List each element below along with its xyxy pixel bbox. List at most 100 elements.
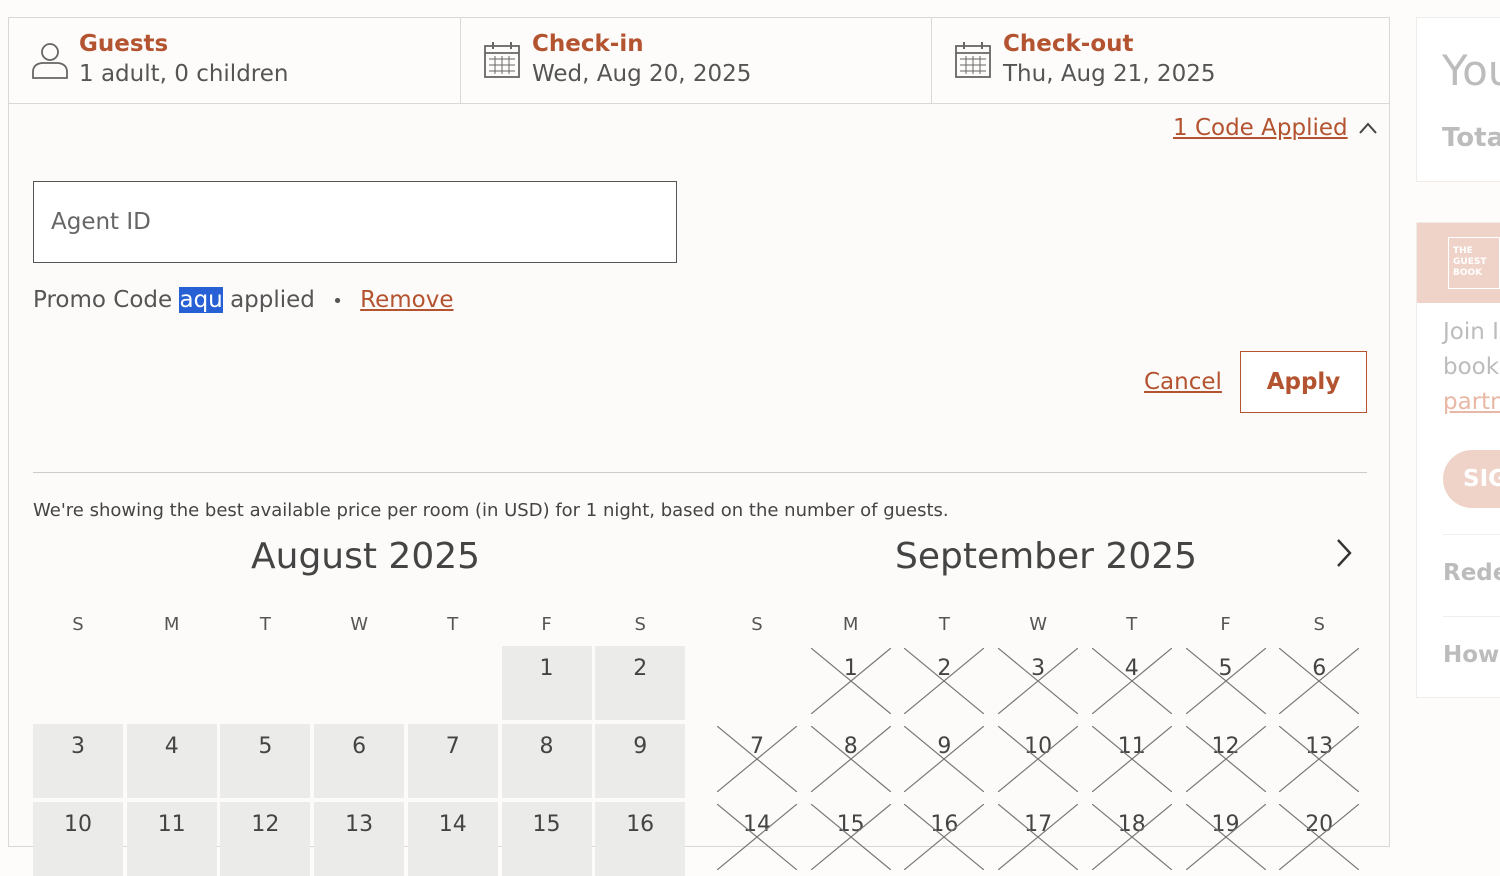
apply-button[interactable]: Apply (1240, 351, 1367, 413)
calendar-day[interactable]: 15 (501, 802, 592, 876)
calendar-day-unavailable: 2 (899, 646, 989, 720)
next-month-button[interactable] (1334, 536, 1354, 578)
unavailable-cross-icon (998, 804, 1079, 870)
calendar-day[interactable]: 12 (220, 802, 311, 876)
promo-code-status: Promo Code aqu applied • Remove (33, 287, 454, 313)
calendar-day[interactable]: 14 (407, 802, 498, 876)
calendar-day[interactable]: 1 (501, 646, 592, 720)
unavailable-cross-icon (904, 804, 985, 870)
calendar-day-unavailable: 10 (993, 724, 1083, 798)
calendar-day-unavailable: 5 (1181, 646, 1271, 720)
promo-code-value: aqu (179, 287, 223, 313)
checkout-label: Check-out (1003, 31, 1134, 57)
checkin-selector[interactable]: Check-in Wed, Aug 20, 2025 (461, 18, 932, 103)
day-number: 11 (157, 812, 186, 837)
calendar-day-unavailable: 15 (806, 802, 896, 876)
weekday-header: M (842, 614, 859, 635)
day-number: 8 (539, 734, 554, 759)
guests-label: Guests (79, 31, 169, 57)
calendar-day-unavailable: 19 (1181, 802, 1271, 876)
weekday-header: F (1220, 614, 1231, 635)
weekday-header: S (634, 614, 646, 635)
weekday-header: S (72, 614, 84, 635)
weekday-header: W (1029, 614, 1047, 635)
day-number: 12 (251, 812, 280, 837)
calendar-day-unavailable: 9 (899, 724, 989, 798)
loyalty-banner: THE GUEST BOOK (1417, 223, 1500, 303)
weekday-header: W (350, 614, 368, 635)
unavailable-cross-icon (1185, 804, 1266, 870)
divider (1443, 534, 1500, 535)
day-number: 5 (258, 734, 273, 759)
calendar-icon (483, 40, 521, 84)
weekday-header: S (751, 614, 763, 635)
calendar-day-unavailable: 7 (712, 724, 802, 798)
person-icon (31, 40, 69, 84)
calendar-day[interactable]: 6 (314, 724, 405, 798)
weekday-header: T (259, 614, 271, 635)
cancel-button[interactable]: Cancel (1144, 369, 1222, 395)
agent-id-input[interactable] (33, 181, 677, 263)
unavailable-cross-icon (810, 804, 891, 870)
codes-applied-label: 1 Code Applied (1173, 115, 1348, 141)
summary-title: You (1442, 46, 1500, 95)
unavailable-cross-icon (1185, 648, 1266, 714)
calendar-day-unavailable: 11 (1087, 724, 1177, 798)
calendar-day[interactable]: 3 (33, 724, 123, 798)
checkin-label: Check-in (532, 31, 644, 57)
weekday-header: M (163, 614, 180, 635)
calendar-day-unavailable: 13 (1274, 724, 1364, 798)
calendar-day-unavailable: 18 (1087, 802, 1177, 876)
guests-selector[interactable]: Guests 1 adult, 0 children (9, 18, 461, 103)
codes-applied-toggle[interactable]: 1 Code Applied (1173, 115, 1378, 141)
unavailable-cross-icon (1279, 648, 1360, 714)
calendar-day[interactable]: 5 (220, 724, 311, 798)
search-bar: Guests 1 adult, 0 children Check-in Wed,… (9, 18, 1389, 104)
calendar-day-unavailable: 14 (712, 802, 802, 876)
day-number: 6 (352, 734, 367, 759)
pricing-note: We're showing the best available price p… (33, 500, 949, 521)
calendar-day-unavailable: 3 (993, 646, 1083, 720)
summary-total-label: Tota (1442, 123, 1500, 153)
checkout-selector[interactable]: Check-out Thu, Aug 21, 2025 (932, 18, 1389, 103)
calendar-day-unavailable: 17 (993, 802, 1083, 876)
calendar-day-unavailable: 6 (1274, 646, 1364, 720)
how-link[interactable]: How (1443, 642, 1499, 668)
calendar-day[interactable]: 8 (501, 724, 592, 798)
day-number: 14 (438, 812, 467, 837)
calendar-day[interactable]: 16 (595, 802, 686, 876)
signup-button[interactable]: SIG (1443, 450, 1500, 508)
calendar-day[interactable]: 10 (33, 802, 123, 876)
join-text-line2: book (1443, 354, 1500, 380)
divider (1443, 616, 1500, 617)
partner-link[interactable]: partn (1443, 389, 1500, 415)
weekday-header: T (447, 614, 459, 635)
calendar-day[interactable]: 7 (407, 724, 498, 798)
day-number: 2 (633, 656, 648, 681)
day-number: 13 (345, 812, 374, 837)
unavailable-cross-icon (810, 726, 891, 792)
unavailable-cross-icon (904, 648, 985, 714)
calendar-day[interactable]: 4 (126, 724, 217, 798)
day-number: 3 (71, 734, 85, 759)
weekday-header: T (938, 614, 950, 635)
remove-promo-link[interactable]: Remove (360, 287, 453, 313)
unavailable-cross-icon (1279, 726, 1360, 792)
redeem-link[interactable]: Rede (1443, 560, 1500, 586)
promo-suffix: applied (230, 287, 315, 313)
weekday-header: F (541, 614, 552, 635)
divider (33, 472, 1367, 473)
calendar-day-unavailable: 12 (1181, 724, 1271, 798)
booking-panel: Guests 1 adult, 0 children Check-in Wed,… (8, 17, 1390, 876)
loyalty-card: THE GUEST BOOK Join IH book partn SIG Re… (1416, 222, 1500, 698)
month-title-september: September 2025 (895, 536, 1198, 577)
calendar-day-unavailable: 16 (899, 802, 989, 876)
guest-book-logo: THE GUEST BOOK (1448, 237, 1500, 289)
day-number: 15 (532, 812, 561, 837)
summary-card: You Tota (1416, 17, 1500, 182)
unavailable-cross-icon (998, 648, 1079, 714)
calendar-day[interactable]: 2 (595, 646, 686, 720)
calendar-day[interactable]: 13 (314, 802, 405, 876)
calendar-day[interactable]: 9 (595, 724, 686, 798)
calendar-day[interactable]: 11 (126, 802, 217, 876)
